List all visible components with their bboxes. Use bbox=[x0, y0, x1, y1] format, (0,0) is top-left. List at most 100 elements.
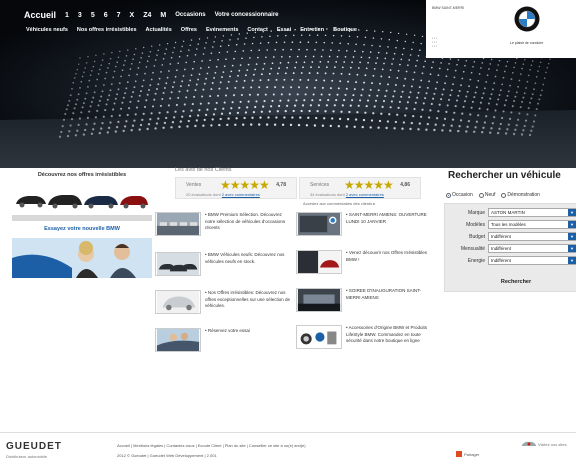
radio-neuf[interactable]: Neuf bbox=[478, 192, 496, 198]
review-count: 34 évaluations dont 2 avec commentaires bbox=[310, 192, 384, 197]
services-review-box[interactable]: Services ★★★★★ 4,86 34 évaluations dont … bbox=[299, 177, 421, 199]
nav-z4[interactable]: Z4 bbox=[143, 12, 151, 19]
list-item-text[interactable]: • BMW Véhicules neufs: Découvrez nos véh… bbox=[205, 252, 293, 265]
nav-accueil[interactable]: Accueil bbox=[24, 10, 56, 20]
visit-sites-button[interactable]: Visitez nos sites bbox=[522, 441, 567, 447]
review-score: 4,86 bbox=[400, 182, 410, 188]
radio-label: Démonstration bbox=[507, 192, 540, 198]
nav-serie-x[interactable]: X bbox=[130, 12, 135, 19]
field-label: Marque bbox=[468, 210, 485, 216]
review-count: 20 évaluations dont 2 avec commentaires bbox=[186, 192, 260, 197]
list-item[interactable]: • Venez découvrir nos Offres Irrésistibl… bbox=[296, 250, 436, 280]
field-label: Budget bbox=[469, 234, 485, 240]
list-item-text[interactable]: • SAINT-MERRI AMIENS: OUVERTURE LUNDI 10… bbox=[346, 212, 434, 225]
select-value: Indifférent bbox=[491, 246, 511, 251]
select-value: Indifférent bbox=[491, 234, 511, 239]
offers-promo-title[interactable]: Découvrez nos offres irrésistibles bbox=[12, 172, 152, 178]
offers-thumbnail[interactable] bbox=[155, 290, 201, 314]
nav-m[interactable]: M bbox=[160, 12, 166, 19]
chevron-down-icon[interactable]: ▼ bbox=[568, 245, 576, 252]
vehicle-search-panel: Rechercher un véhicule Occasion Neuf Dém… bbox=[440, 170, 576, 292]
subnav-boutique[interactable]: Boutique bbox=[333, 27, 357, 33]
test-drive-promo-title[interactable]: Essayez votre nouvelle BMW bbox=[12, 226, 152, 232]
list-item[interactable]: • Accessoires d'Origine BMW et Produits … bbox=[296, 325, 436, 363]
gueudet-tagline: Distributeur automobile bbox=[6, 454, 48, 459]
field-row-mensualite: Mensualité Indifférent ▼ bbox=[445, 244, 576, 254]
offers-news-thumbnail[interactable] bbox=[296, 250, 342, 274]
subnav-vehicules-neufs[interactable]: Véhicules neufs bbox=[26, 27, 68, 33]
list-item[interactable]: • BMW Véhicules neufs: Découvrez nos véh… bbox=[155, 252, 295, 282]
subnav-contact[interactable]: Contact bbox=[247, 27, 267, 33]
radio-dot-icon bbox=[478, 192, 484, 198]
review-label: Services bbox=[310, 182, 330, 188]
bmw-logo-icon[interactable] bbox=[514, 6, 540, 32]
share-label: Partager bbox=[464, 451, 480, 457]
dealer-tagline: Le plaisir de conduire bbox=[510, 41, 544, 45]
modeles-select[interactable]: Tous les modèles ▼ bbox=[488, 220, 576, 229]
mensualite-select[interactable]: Indifférent ▼ bbox=[488, 244, 576, 253]
subnav-entretien[interactable]: Entretien bbox=[300, 27, 324, 33]
nav-serie-6[interactable]: 6 bbox=[104, 12, 108, 19]
share-button[interactable]: Partager bbox=[456, 451, 479, 457]
subnav-actualites[interactable]: Actualités bbox=[146, 27, 172, 33]
radio-demonstration[interactable]: Démonstration bbox=[501, 192, 540, 198]
star-rating-icon: ★★★★★ bbox=[344, 178, 394, 192]
search-title: Rechercher un véhicule bbox=[448, 170, 561, 181]
all-reviews-link[interactable]: Accédez aux commentaires des clients ▸ bbox=[303, 201, 375, 206]
list-item-text[interactable]: • Accessoires d'Origine BMW et Produits … bbox=[346, 325, 434, 345]
list-item-text[interactable]: • Réservez votre essai bbox=[205, 328, 293, 335]
subnav-essai[interactable]: Essai bbox=[277, 27, 291, 33]
secondary-navigation: Véhicules neufs Nos offres irrésistibles… bbox=[26, 27, 357, 33]
subnav-offres-irresistibles[interactable]: Nos offres irrésistibles bbox=[77, 27, 137, 33]
budget-select[interactable]: Indifférent ▼ bbox=[488, 232, 576, 241]
vehicle-type-radios: Occasion Neuf Démonstration bbox=[446, 192, 540, 198]
gueudet-logo[interactable]: GUEUDET bbox=[6, 441, 62, 452]
footer-links[interactable]: Accueil | Mentions légales | Contactez-n… bbox=[117, 443, 306, 448]
dealer-name: BMW SAINT-MERRI bbox=[432, 6, 465, 10]
radio-label: Neuf bbox=[484, 192, 496, 198]
sales-review-box[interactable]: Ventes ★★★★★ 4,78 20 évaluations dont 2 … bbox=[175, 177, 297, 199]
cars-lineup-image[interactable] bbox=[14, 188, 150, 210]
list-item-text[interactable]: • Nos Offres irrésistibles: Découvrez no… bbox=[205, 290, 293, 310]
list-item[interactable]: • Nos Offres irrésistibles: Découvrez no… bbox=[155, 290, 295, 320]
field-label: Mensualité bbox=[460, 246, 485, 252]
list-item[interactable]: • SOIREE D'INAUGURATION SAINT-MERRI AMIE… bbox=[296, 288, 436, 318]
subnav-offres[interactable]: Offres bbox=[181, 27, 197, 33]
radio-dot-icon bbox=[501, 192, 507, 198]
energie-select[interactable]: Indifférent ▼ bbox=[488, 256, 576, 265]
dealer-info-lines: ▪ ▪ ▪ ▪ ▪ ▪ ▪ ▪ ▪ bbox=[432, 36, 437, 48]
test-drive-people-image[interactable] bbox=[12, 238, 152, 278]
nav-serie-3[interactable]: 3 bbox=[78, 12, 82, 19]
list-item[interactable]: • BMW Premium Sélection. Découvrez notre… bbox=[155, 212, 295, 242]
chevron-down-icon[interactable]: ▼ bbox=[568, 233, 576, 240]
main-navigation: Accueil 1 3 5 6 7 X Z4 M Occasions Votre… bbox=[24, 10, 279, 20]
marque-select[interactable]: ASTON MARTIN ▼ bbox=[488, 208, 576, 217]
nav-serie-1[interactable]: 1 bbox=[65, 12, 69, 19]
nav-occasions[interactable]: Occasions bbox=[175, 12, 205, 18]
opening-news-thumbnail[interactable] bbox=[296, 212, 342, 236]
list-item-text[interactable]: • BMW Premium Sélection. Découvrez notre… bbox=[205, 212, 293, 232]
list-item-text[interactable]: • Venez découvrir nos Offres Irrésistibl… bbox=[346, 250, 434, 263]
select-value: ASTON MARTIN bbox=[491, 210, 525, 215]
chevron-down-icon[interactable]: ▼ bbox=[568, 209, 576, 216]
review-comments-link[interactable]: 2 avec commentaires bbox=[346, 192, 384, 197]
review-comments-link[interactable]: 2 avec commentaires bbox=[222, 192, 260, 197]
nav-serie-5[interactable]: 5 bbox=[91, 12, 95, 19]
field-row-modeles: Modèles Tous les modèles ▼ bbox=[445, 220, 576, 230]
inauguration-thumbnail[interactable] bbox=[296, 288, 342, 312]
test-drive-thumbnail[interactable] bbox=[155, 328, 201, 352]
list-item[interactable]: • SAINT-MERRI AMIENS: OUVERTURE LUNDI 10… bbox=[296, 212, 436, 242]
list-item-text[interactable]: • SOIREE D'INAUGURATION SAINT-MERRI AMIE… bbox=[346, 288, 434, 301]
new-vehicles-thumbnail[interactable] bbox=[155, 252, 201, 276]
subnav-evenements[interactable]: Evénements bbox=[206, 27, 238, 33]
list-item[interactable]: • Réservez votre essai bbox=[155, 328, 295, 358]
accessories-thumbnail[interactable] bbox=[296, 325, 342, 349]
nav-serie-7[interactable]: 7 bbox=[117, 12, 121, 19]
review-score: 4,78 bbox=[276, 182, 286, 188]
nav-concessionnaire[interactable]: Votre concessionnaire bbox=[215, 12, 279, 18]
premium-selection-thumbnail[interactable] bbox=[155, 212, 201, 236]
chevron-down-icon[interactable]: ▼ bbox=[568, 257, 576, 264]
radio-occasion[interactable]: Occasion bbox=[446, 192, 473, 198]
chevron-down-icon[interactable]: ▼ bbox=[568, 221, 576, 228]
search-button[interactable]: Rechercher bbox=[491, 277, 541, 287]
